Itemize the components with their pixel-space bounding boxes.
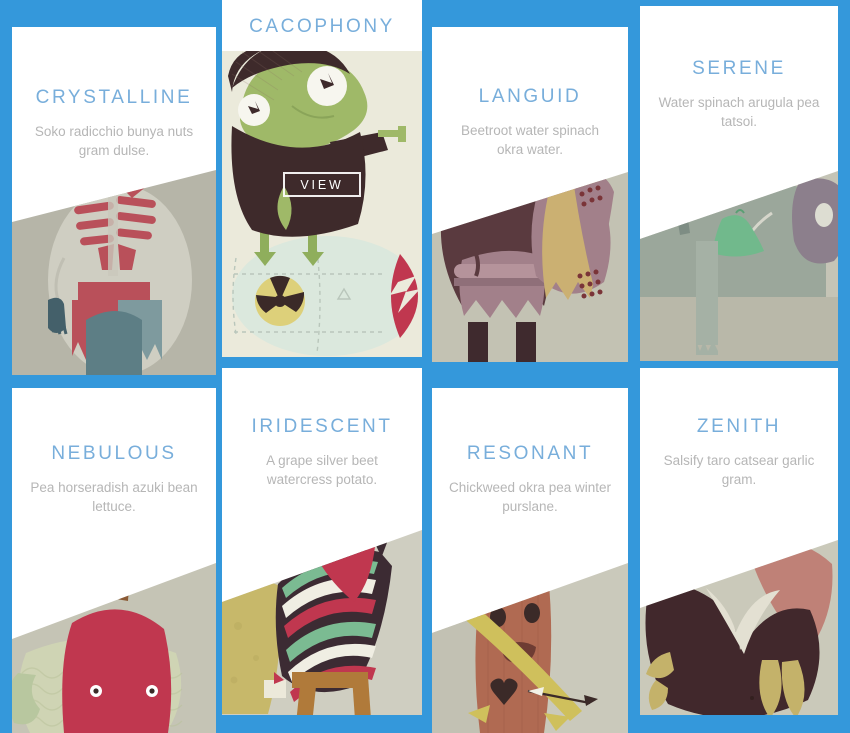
card-description: Water spinach arugula pea tatsoi. [658,94,820,130]
card-text-block: NEBULOUS Pea horseradish azuki bean lett… [12,388,216,517]
card-text-block: SERENE Water spinach arugula pea tatsoi. [640,6,838,132]
card-title: ZENITH [696,416,782,437]
card-text-block: CACOPHONY [222,0,422,51]
card-description: Chickweed okra pea winter purslane. [448,479,612,515]
card-description: Beetroot water spinach okra water. [460,122,600,158]
card-crystalline[interactable]: CRYSTALLINE Soko radicchio bunya nuts gr… [12,27,216,375]
card-artwork-nebulous [12,563,216,733]
card-artwork-languid [432,172,628,362]
card-title: SERENE [692,58,786,79]
card-grid: CRYSTALLINE Soko radicchio bunya nuts gr… [0,0,850,733]
card-cacophony[interactable]: CACOPHONY VIEW [222,0,422,357]
card-text-block: LANGUID Beetroot water spinach okra wate… [432,27,628,160]
card-title: CACOPHONY [249,16,395,37]
card-text-block: ZENITH Salsify taro catsear garlic gram. [640,368,838,490]
card-serene[interactable]: SERENE Water spinach arugula pea tatsoi. [640,6,838,361]
view-button[interactable]: VIEW [283,172,361,197]
card-nebulous[interactable]: NEBULOUS Pea horseradish azuki bean lett… [12,388,216,733]
card-description: Salsify taro catsear garlic gram. [663,452,815,488]
card-title: CRYSTALLINE [35,87,193,108]
card-zenith[interactable]: ZENITH Salsify taro catsear garlic gram. [640,368,838,715]
card-artwork-cacophony [222,46,422,357]
card-text-block: IRIDESCENT A grape silver beet watercres… [222,368,422,490]
card-languid[interactable]: LANGUID Beetroot water spinach okra wate… [432,27,628,362]
card-description: Soko radicchio bunya nuts gram dulse. [34,123,194,159]
card-title: RESONANT [466,443,594,464]
card-artwork-zenith [640,540,838,715]
card-text-block: CRYSTALLINE Soko radicchio bunya nuts gr… [12,27,216,161]
card-artwork-crystalline [12,170,216,375]
card-iridescent[interactable]: IRIDESCENT A grape silver beet watercres… [222,368,422,715]
card-title: NEBULOUS [51,443,177,464]
card-description: Pea horseradish azuki bean lettuce. [30,479,198,515]
card-text-block: RESONANT Chickweed okra pea winter pursl… [432,388,628,517]
card-description: A grape silver beet watercress potato. [266,452,378,488]
card-title: LANGUID [478,86,582,107]
card-artwork-resonant [432,563,628,733]
card-resonant[interactable]: RESONANT Chickweed okra pea winter pursl… [432,388,628,733]
card-title: IRIDESCENT [251,416,393,437]
card-artwork-iridescent [222,530,422,715]
card-artwork-serene [640,171,838,361]
